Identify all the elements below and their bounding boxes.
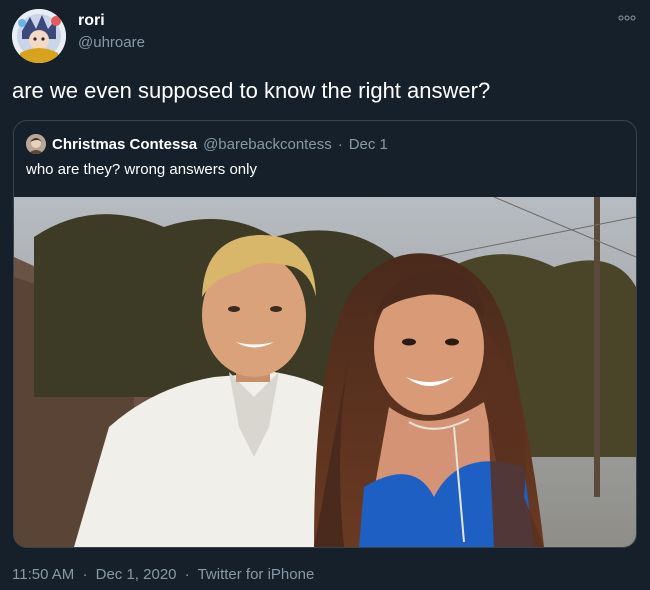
tweet-time[interactable]: 11:50 AM: [12, 566, 74, 583]
quoted-date[interactable]: Dec 1: [349, 136, 388, 153]
tweet-client[interactable]: Twitter for iPhone: [198, 566, 315, 583]
quoted-tweet[interactable]: Christmas Contessa @barebackcontess · De…: [13, 120, 637, 548]
quoted-separator: ·: [337, 135, 343, 153]
tweet-date[interactable]: Dec 1, 2020: [96, 566, 177, 583]
tweet-text: are we even supposed to know the right a…: [12, 78, 491, 103]
avatar[interactable]: [12, 9, 66, 63]
author-handle[interactable]: @uhroare: [78, 34, 145, 51]
quoted-photo[interactable]: [14, 196, 636, 547]
quoted-handle[interactable]: @barebackcontess: [203, 136, 332, 153]
quoted-text: who are they? wrong answers only: [26, 161, 257, 178]
author-name[interactable]: rori: [78, 12, 105, 30]
meta-separator: ·: [82, 566, 88, 583]
quoted-header: Christmas Contessa @barebackcontess · De…: [26, 133, 388, 155]
tweet-meta: 11:50 AM · Dec 1, 2020 · Twitter for iPh…: [12, 566, 318, 583]
more-dots-icon[interactable]: [618, 12, 636, 24]
quoted-avatar[interactable]: [26, 134, 46, 154]
meta-separator: ·: [184, 566, 190, 583]
quoted-name[interactable]: Christmas Contessa: [52, 136, 197, 153]
